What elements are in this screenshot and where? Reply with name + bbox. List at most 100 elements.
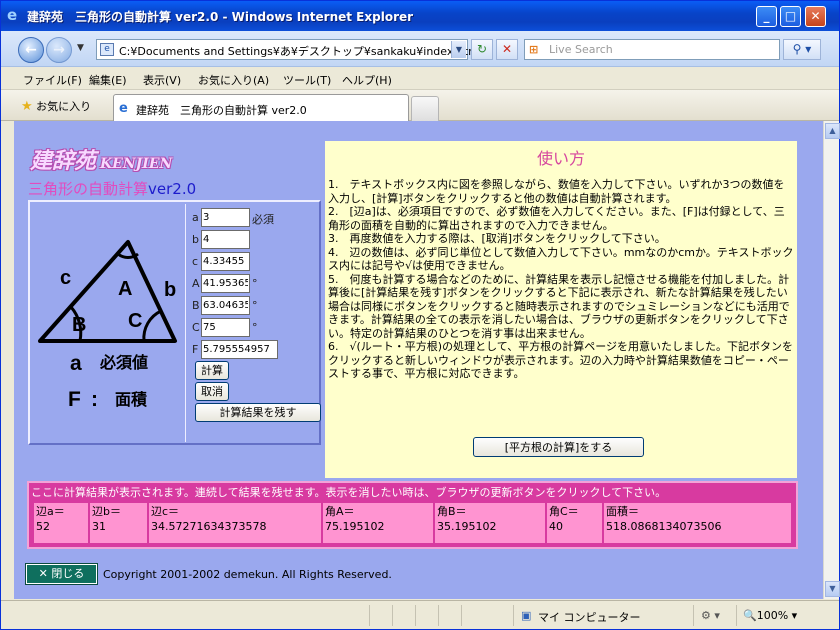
help-item: 2. [辺a]は、必須項目ですので、必ず数値を入力してください。また、[F]は付… xyxy=(328,205,785,232)
help-panel: 使い方 1. テキストボックス内に図を参照しながら、数値を入力して下さい。いずれ… xyxy=(325,141,797,478)
search-box[interactable]: ⊞ Live Search xyxy=(524,39,780,60)
side-c-label: c xyxy=(60,267,71,289)
area-colon: : xyxy=(91,388,98,411)
result-value: 75.195102 xyxy=(325,520,385,533)
zoom-level[interactable]: 🔍100% ▾ xyxy=(743,609,797,622)
help-item: 6. √(ルート・平方根)の処理として、平方根の計算ページを用意いたしました。下… xyxy=(328,340,793,380)
help-item: 3. 再度数値を入力する際は、[取消]ボタンをクリックして下さい。 xyxy=(328,232,666,245)
status-divider xyxy=(392,605,393,626)
status-divider xyxy=(461,605,462,626)
menu-view[interactable]: 表示(V) xyxy=(143,72,181,88)
area-F-label: F xyxy=(68,388,81,411)
label-F: F xyxy=(192,343,199,356)
required-suffix: 必須 xyxy=(252,213,274,226)
tab-title: 建辞苑 三角形の自動計算 ver2.0 xyxy=(136,104,307,117)
side-a-label: a xyxy=(70,352,82,375)
input-F[interactable] xyxy=(201,340,278,359)
angle-C-label: C xyxy=(128,310,142,332)
zone-label: マイ コンピューター xyxy=(538,611,641,624)
vertical-scrollbar[interactable]: ▲ ▼ xyxy=(823,121,840,599)
refresh-button[interactable]: ↻ xyxy=(471,39,493,60)
cancel-button[interactable]: 取消 xyxy=(195,382,229,401)
input-c[interactable] xyxy=(201,252,250,271)
forward-button[interactable]: → xyxy=(46,37,72,63)
keep-results-button[interactable]: 計算結果を残す xyxy=(195,403,321,422)
input-A[interactable] xyxy=(201,274,250,293)
result-header: 辺b＝ xyxy=(92,505,121,518)
status-divider xyxy=(513,605,514,626)
help-heading: 使い方 xyxy=(536,149,585,168)
input-B[interactable] xyxy=(201,296,250,315)
window-title: 建辞苑 三角形の自動計算 ver2.0 - Windows Internet E… xyxy=(27,10,414,24)
result-header: 角B＝ xyxy=(437,505,467,518)
new-tab-button[interactable] xyxy=(411,96,439,121)
computer-icon: ▣ xyxy=(521,609,532,622)
search-placeholder: Live Search xyxy=(549,43,613,56)
menu-edit[interactable]: 編集(E) xyxy=(89,72,127,88)
result-value: 52 xyxy=(36,520,50,533)
help-item: 1. テキストボックス内に図を参照しながら、数値を入力して下さい。いずれか3つの… xyxy=(328,178,785,205)
scroll-down-icon[interactable]: ▼ xyxy=(825,581,840,597)
menu-favorites[interactable]: お気に入り(A) xyxy=(198,72,269,88)
address-dropdown-icon[interactable]: ▼ xyxy=(451,41,466,58)
result-value: 518.0868134073506 xyxy=(606,520,722,533)
result-value: 40 xyxy=(549,520,563,533)
scroll-up-icon[interactable]: ▲ xyxy=(825,123,840,139)
address-toolbar: ← → ▼ e C:¥Documents and Settings¥あ¥デスクト… xyxy=(1,31,839,67)
result-cell-c: 辺c＝ 34.57271634373578 xyxy=(149,503,321,543)
status-divider xyxy=(438,605,439,626)
app-title: 三角形の自動計算ver2.0 xyxy=(28,178,196,199)
menu-bar: ファイル(F) 編集(E) 表示(V) お気に入り(A) ツール(T) ヘルプ(… xyxy=(1,68,839,90)
menu-file[interactable]: ファイル(F) xyxy=(23,72,82,88)
result-cell-area: 面積＝ 518.0868134073506 xyxy=(604,503,791,543)
search-button[interactable]: ⚲ ▾ xyxy=(783,39,821,60)
tab-current[interactable]: e 建辞苑 三角形の自動計算 ver2.0 xyxy=(113,94,409,121)
help-item: 4. 辺の数値は、必ず同じ単位として数値入力して下さい。mmなのかcmか。テキス… xyxy=(328,245,794,273)
triangle-diagram: c b A B C a 必須値 F : 面積 xyxy=(32,204,186,442)
zoom-value: 100% xyxy=(756,609,789,622)
result-value: 35.195102 xyxy=(437,520,497,533)
live-search-icon: ⊞ xyxy=(529,43,539,56)
result-value: 31 xyxy=(92,520,106,533)
menu-help[interactable]: ヘルプ(H) xyxy=(342,72,392,88)
menu-tools[interactable]: ツール(T) xyxy=(283,72,331,88)
input-form: a 必須 b c A ° B xyxy=(190,204,321,444)
page-content: 建辞苑 KENJIEN 三角形の自動計算ver2.0 c b A B C a 必須… xyxy=(14,121,823,599)
status-divider xyxy=(736,605,737,626)
calc-button[interactable]: 計算 xyxy=(195,361,229,380)
label-A: A xyxy=(192,277,200,290)
input-a[interactable] xyxy=(201,208,250,227)
input-C[interactable] xyxy=(201,318,250,337)
results-area: ここに計算結果が表示されます。連続して結果を残せます。表示を消したい時は、ブラウ… xyxy=(27,481,798,549)
address-url[interactable]: C:¥Documents and Settings¥あ¥デスクトップ¥sanka… xyxy=(119,43,479,59)
close-page-button[interactable]: ✕ 閉じる xyxy=(26,564,97,584)
title-bar: e 建辞苑 三角形の自動計算 ver2.0 - Windows Internet… xyxy=(1,1,839,31)
result-cell-C: 角C＝ 40 xyxy=(547,503,602,543)
degree-A: ° xyxy=(252,277,258,290)
browser-window: e 建辞苑 三角形の自動計算 ver2.0 - Windows Internet… xyxy=(0,0,840,630)
result-value: 34.57271634373578 xyxy=(151,520,267,533)
logo-kanji: 建辞苑 xyxy=(30,148,97,174)
favorites-button[interactable]: ★ お気に入り xyxy=(21,98,91,114)
stop-button[interactable]: ✕ xyxy=(496,39,518,60)
status-divider xyxy=(369,605,370,626)
degree-B: ° xyxy=(252,299,258,312)
history-dropdown-icon[interactable]: ▼ xyxy=(77,43,84,53)
address-bar[interactable]: e C:¥Documents and Settings¥あ¥デスクトップ¥san… xyxy=(96,39,479,60)
page-icon: e xyxy=(100,43,114,56)
favorites-label: お気に入り xyxy=(36,100,92,113)
label-a: a xyxy=(192,211,199,224)
sqrt-calc-button[interactable]: [平方根の計算]をする xyxy=(473,437,644,457)
maximize-button[interactable]: □ xyxy=(780,6,801,27)
tab-ie-icon: e xyxy=(119,101,128,116)
result-cell-a: 辺a＝ 52 xyxy=(34,503,88,543)
close-window-button[interactable]: ✕ xyxy=(805,6,826,27)
star-icon: ★ xyxy=(21,99,33,114)
back-button[interactable]: ← xyxy=(18,37,44,63)
input-b[interactable] xyxy=(201,230,250,249)
result-header: 角A＝ xyxy=(325,505,355,518)
result-header: 面積＝ xyxy=(606,505,639,518)
app-title-text: 三角形の自動計算 xyxy=(28,180,149,198)
minimize-button[interactable]: _ xyxy=(756,6,777,27)
protected-mode-icon[interactable]: ⚙ ▾ xyxy=(701,609,720,622)
